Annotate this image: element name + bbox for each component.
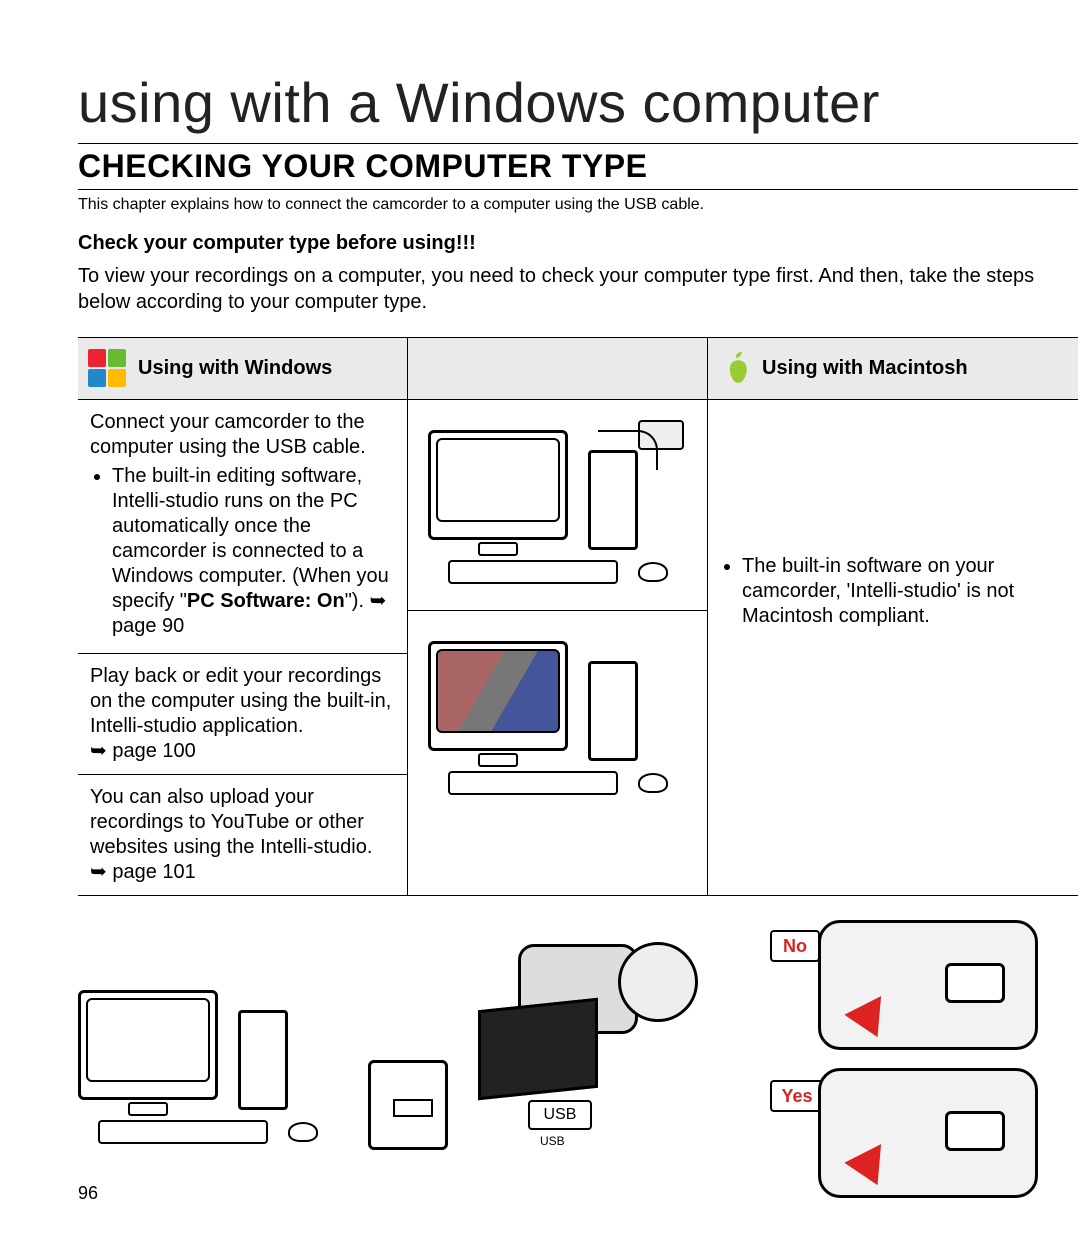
body-text: To view your recordings on a computer, y… [78, 263, 1048, 315]
windows-row-3: You can also upload your recordings to Y… [78, 775, 407, 895]
intro-text: This chapter explains how to connect the… [78, 196, 1058, 214]
illustration-camcorder [478, 934, 758, 1134]
page-number: 96 [78, 1183, 98, 1204]
callout-wrong-orientation [818, 920, 1038, 1050]
no-label: No [770, 930, 820, 962]
mac-bullet: The built-in software on your camcorder,… [742, 554, 1066, 629]
page-ref: page 100 [112, 740, 195, 762]
page-ref: page 90 [112, 615, 184, 637]
text: You can also upload your recordings to Y… [90, 786, 372, 858]
comparison-table: Using with Windows Connect your camcorde… [78, 337, 1078, 896]
usb-small-label: USB [540, 1134, 565, 1148]
subheading: Check your computer type before using!!! [78, 232, 1080, 255]
text: "). [345, 590, 370, 612]
windows-text-column: Using with Windows Connect your camcorde… [78, 338, 408, 895]
illustration-pc-playback [408, 611, 707, 821]
rule [78, 143, 1078, 144]
connection-diagram: USB USB No Yes [78, 920, 1078, 1240]
illustration-pc-camcorder [408, 400, 707, 610]
section-title: CHECKING YOUR COMPUTER TYPE [78, 148, 1080, 185]
mac-body: The built-in software on your camcorder,… [708, 400, 1078, 643]
apple-logo-icon [722, 351, 752, 387]
windows-header-label: Using with Windows [138, 357, 332, 380]
usb-label: USB [528, 1100, 592, 1130]
windows-row1-bullet: The built-in editing software, Intelli-s… [112, 464, 395, 639]
mac-column: Using with Macintosh The built-in softwa… [708, 338, 1078, 895]
chapter-title: using with a Windows computer [78, 70, 1080, 135]
windows-image-column [408, 338, 708, 895]
windows-image-header [408, 338, 707, 400]
usb-orientation-callouts: No Yes [818, 920, 1078, 1216]
text: Play back or edit your recordings on the… [90, 665, 391, 737]
windows-header: Using with Windows [78, 338, 407, 400]
windows-logo-icon [88, 349, 128, 389]
illustration-pc [78, 980, 338, 1150]
windows-row-2: Play back or edit your recordings on the… [78, 654, 407, 774]
windows-row1-lead: Connect your camcorder to the computer u… [90, 410, 395, 460]
illustration-usb-port [368, 1060, 448, 1150]
mac-header: Using with Macintosh [708, 338, 1078, 400]
page-number-value: 96 [78, 1183, 98, 1203]
page-ref: page 101 [112, 861, 195, 883]
arrow-icon: ➥ [90, 861, 107, 883]
windows-row-1: Connect your camcorder to the computer u… [78, 400, 407, 653]
mac-header-label: Using with Macintosh [762, 357, 968, 380]
callout-correct-orientation [818, 1068, 1038, 1198]
rule [78, 189, 1078, 190]
arrow-icon: ➥ [90, 740, 107, 762]
yes-label: Yes [770, 1080, 824, 1112]
bold-text: PC Software: On [187, 590, 345, 612]
arrow-icon: ➥ [370, 590, 387, 612]
